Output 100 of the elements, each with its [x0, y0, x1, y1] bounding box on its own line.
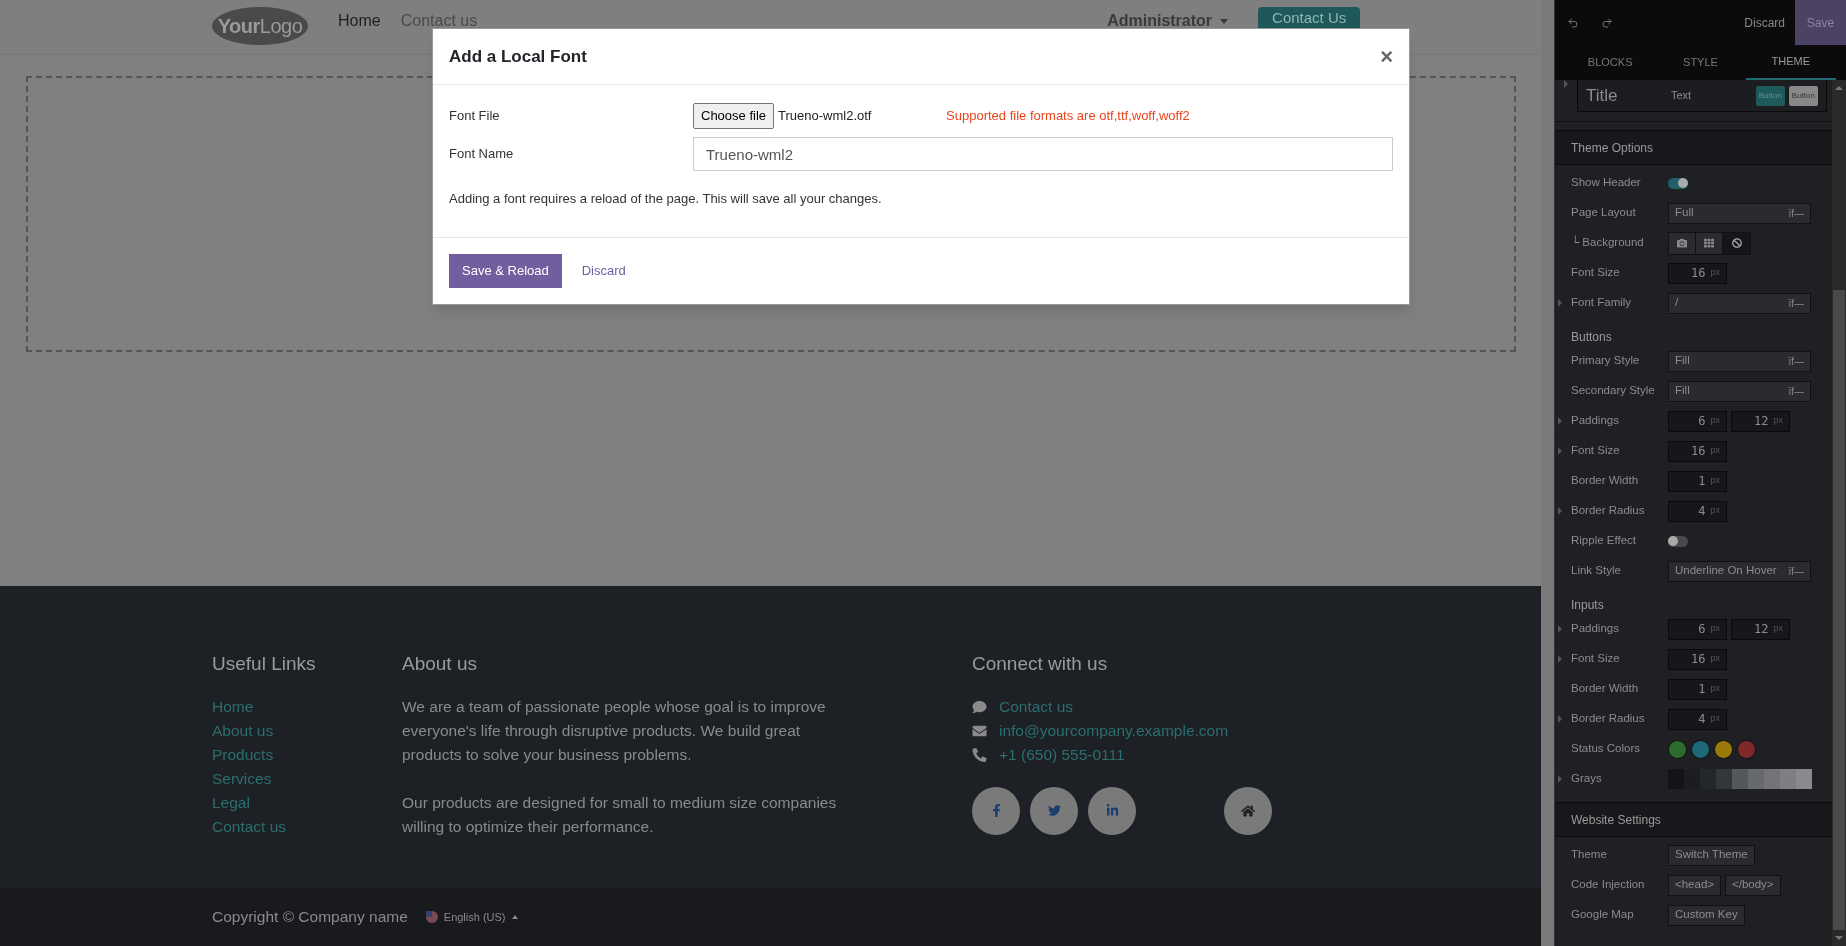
none-button[interactable] [1723, 232, 1750, 254]
select-field[interactable]: / ïf— [1668, 292, 1811, 314]
language-selector[interactable]: English (US) [425, 908, 518, 926]
footer-link[interactable]: Home [212, 697, 254, 715]
color-swatch[interactable] [1737, 739, 1756, 759]
option-label: Secondary Style [1571, 383, 1656, 399]
footer-link[interactable]: About us [212, 721, 274, 739]
number-field[interactable]: 12 px [1731, 618, 1790, 640]
setting-button[interactable]: Switch Theme [1668, 844, 1755, 866]
contact-link[interactable]: +1 (650) 555-0111 [999, 742, 1125, 767]
social-button[interactable] [972, 786, 1020, 835]
expand-arrow-icon[interactable] [1558, 417, 1562, 425]
option-label: Theme [1571, 847, 1608, 863]
unit-label: px [1710, 682, 1720, 696]
expand-arrow-icon[interactable] [1558, 655, 1562, 663]
option-label: Ripple Effect [1571, 533, 1637, 549]
option-label: Paddings [1571, 621, 1620, 637]
footer-heading: Connect with us [972, 652, 1109, 676]
expand-arrow-icon[interactable] [1558, 715, 1562, 723]
footer-link[interactable]: Contact us [212, 817, 287, 835]
setting-button[interactable]: Custom Key [1668, 904, 1745, 926]
number-field[interactable]: 1 px [1668, 678, 1727, 700]
scrollbar[interactable] [1832, 80, 1846, 946]
shade-swatch[interactable] [1700, 769, 1716, 789]
shade-swatch[interactable] [1748, 769, 1764, 789]
footer-link[interactable]: Products [212, 745, 274, 763]
select-field[interactable]: Fill ïf— [1668, 380, 1811, 402]
unit-label: px [1710, 414, 1720, 428]
font-name-input[interactable]: Trueno-wml2 [693, 137, 1393, 171]
expand-arrow-icon[interactable] [1564, 80, 1568, 88]
social-button[interactable] [1088, 786, 1136, 835]
copyright-text: Copyright © Company name [212, 907, 408, 928]
toggle-switch[interactable] [1668, 535, 1688, 547]
contact-link[interactable]: Contact us [999, 694, 1074, 719]
number-field[interactable]: 6 px [1668, 618, 1727, 640]
unit-label: px [1773, 622, 1783, 636]
color-swatch[interactable] [1668, 739, 1687, 759]
phone-icon [972, 747, 987, 762]
contact-link[interactable]: info@yourcompany.example.com [999, 718, 1229, 743]
preview-button: Button [1755, 85, 1785, 106]
field-label: Font Name [449, 145, 515, 164]
grid-icon [1704, 238, 1714, 248]
camera-button[interactable] [1669, 232, 1696, 254]
social-button[interactable] [1030, 786, 1078, 835]
number-field[interactable]: 16 px [1668, 648, 1727, 670]
panel-tab[interactable]: BLOCKS [1565, 45, 1656, 80]
select-field[interactable]: Underline On Hover ïf— [1668, 560, 1811, 582]
shade-swatch[interactable] [1732, 769, 1748, 789]
footer-link[interactable]: Services [212, 769, 272, 787]
close-button[interactable]: × [1380, 45, 1393, 68]
expand-arrow-icon[interactable] [1558, 447, 1562, 455]
redo-icon[interactable] [1601, 16, 1613, 29]
chat-bubble-icon [972, 699, 987, 714]
section-header: Website Settings [1555, 802, 1832, 837]
nav-link[interactable]: Home [338, 9, 381, 33]
number-field[interactable]: 16 px [1668, 262, 1727, 284]
unit-label: px [1710, 712, 1720, 726]
option-label: Border Width [1571, 681, 1640, 697]
select-suffix: ïf— [1788, 564, 1804, 579]
select-field[interactable]: Fill ïf— [1668, 350, 1811, 372]
number-field[interactable]: 4 px [1668, 708, 1727, 730]
number-field[interactable]: 12 px [1731, 410, 1790, 432]
expand-arrow-icon[interactable] [1558, 625, 1562, 633]
color-swatch[interactable] [1691, 739, 1710, 759]
choose-file-button[interactable]: Choose file [693, 103, 775, 129]
discard-button[interactable]: Discard [1744, 13, 1785, 32]
save-reload-button[interactable]: Save & Reload [449, 253, 562, 288]
option-label: Font Family [1571, 295, 1633, 311]
shade-swatch[interactable] [1796, 769, 1812, 789]
number-field[interactable]: 16 px [1668, 440, 1727, 462]
option-label: Status Colors [1571, 741, 1642, 757]
expand-arrow-icon[interactable] [1558, 299, 1562, 307]
setting-button[interactable]: </body> [1725, 874, 1781, 896]
footer-link[interactable]: Legal [212, 793, 250, 811]
toggle-switch[interactable] [1668, 177, 1688, 189]
option-label: Border Width [1571, 473, 1640, 489]
social-button[interactable] [1224, 786, 1272, 835]
option-label: Border Radius [1571, 503, 1646, 519]
number-field[interactable]: 4 px [1668, 500, 1727, 522]
expand-arrow-icon[interactable] [1558, 507, 1562, 515]
color-swatch[interactable] [1714, 739, 1733, 759]
save-button[interactable]: Save [1795, 0, 1846, 45]
pattern-button[interactable] [1696, 232, 1723, 254]
option-label: Google Map [1571, 907, 1635, 923]
user-menu[interactable]: Administrator [1107, 9, 1229, 33]
undo-icon[interactable] [1567, 16, 1579, 29]
discard-link[interactable]: Discard [581, 260, 626, 281]
shade-swatch[interactable] [1780, 769, 1796, 789]
shade-swatch[interactable] [1764, 769, 1780, 789]
camera-icon [1677, 238, 1687, 248]
reload-note: Adding a font requires a reload of the page. This will save all your changes. [449, 190, 883, 208]
shade-swatch[interactable] [1716, 769, 1732, 789]
setting-button[interactable]: <head> [1668, 874, 1721, 896]
number-field[interactable]: 6 px [1668, 410, 1727, 432]
expand-arrow-icon[interactable] [1558, 775, 1562, 783]
select-field[interactable]: Full ïf— [1668, 202, 1811, 224]
number-field[interactable]: 1 px [1668, 470, 1727, 492]
logo[interactable]: YourLogo [212, 7, 308, 45]
theme-preview[interactable]: Title Text Button Button [1577, 80, 1827, 112]
panel-tab[interactable]: STYLE [1655, 45, 1746, 80]
